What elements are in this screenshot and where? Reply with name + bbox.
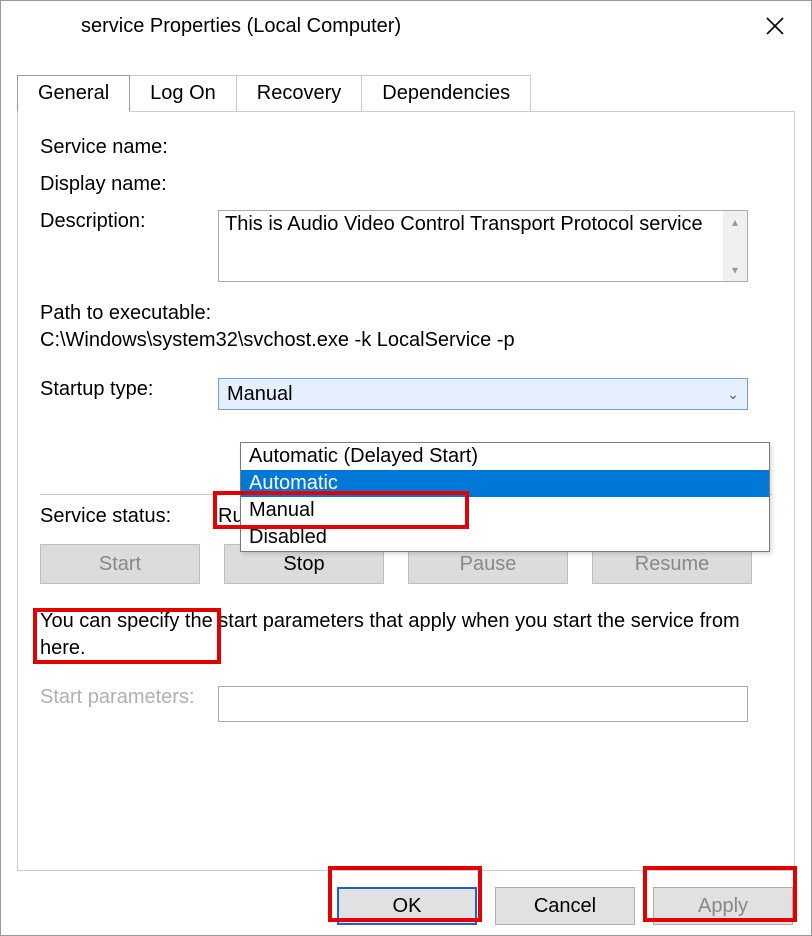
- startup-option-disabled[interactable]: Disabled: [241, 524, 769, 551]
- tab-dependencies[interactable]: Dependencies: [361, 75, 531, 111]
- start-parameters-label: Start parameters:: [40, 686, 218, 709]
- help-text: You can specify the start parameters tha…: [40, 608, 772, 662]
- button-label: Start: [99, 553, 141, 576]
- scroll-up-icon: ▴: [732, 215, 738, 229]
- start-button[interactable]: Start: [40, 544, 200, 584]
- button-label: Stop: [283, 553, 324, 576]
- service-properties-window: service Properties (Local Computer) Gene…: [0, 0, 812, 936]
- startup-selected-value: Manual: [227, 383, 293, 406]
- path-value: C:\Windows\system32\svchost.exe -k Local…: [40, 329, 772, 352]
- option-label: Automatic (Delayed Start): [249, 445, 478, 467]
- start-parameters-input[interactable]: [218, 686, 748, 722]
- service-name-label: Service name:: [40, 136, 218, 159]
- titlebar: service Properties (Local Computer): [1, 1, 811, 51]
- display-name-label: Display name:: [40, 173, 218, 196]
- tab-label: General: [38, 82, 109, 104]
- window-title: service Properties (Local Computer): [81, 15, 401, 38]
- tab-label: Recovery: [257, 82, 341, 104]
- button-label: OK: [393, 895, 422, 918]
- description-label: Description:: [40, 210, 218, 233]
- chevron-down-icon: ⌄: [727, 386, 739, 403]
- option-label: Disabled: [249, 526, 327, 548]
- startup-option-manual[interactable]: Manual: [241, 497, 769, 524]
- tab-label: Log On: [150, 82, 216, 104]
- button-label: Apply: [698, 895, 748, 918]
- tab-strip: General Log On Recovery Dependencies: [1, 51, 811, 111]
- description-scrollbar[interactable]: ▴ ▾: [723, 211, 747, 281]
- startup-type-dropdown: Automatic (Delayed Start) Automatic Manu…: [240, 442, 770, 552]
- button-label: Resume: [635, 553, 709, 576]
- option-label: Manual: [249, 499, 315, 521]
- tab-label: Dependencies: [382, 82, 510, 104]
- general-panel: Service name: Display name: Description:…: [17, 111, 795, 871]
- tab-log-on[interactable]: Log On: [129, 75, 237, 111]
- option-label: Automatic: [249, 472, 338, 494]
- service-status-label: Service status:: [40, 505, 218, 528]
- startup-type-select[interactable]: Manual ⌄: [218, 378, 748, 410]
- description-box: This is Audio Video Control Transport Pr…: [218, 210, 748, 282]
- path-label: Path to executable:: [40, 302, 772, 325]
- startup-option-delayed[interactable]: Automatic (Delayed Start): [241, 443, 769, 470]
- apply-button[interactable]: Apply: [653, 887, 793, 925]
- tab-recovery[interactable]: Recovery: [236, 75, 362, 111]
- cancel-button[interactable]: Cancel: [495, 887, 635, 925]
- button-label: Cancel: [534, 895, 596, 918]
- close-icon: [765, 16, 785, 36]
- tab-general[interactable]: General: [17, 75, 130, 112]
- ok-button[interactable]: OK: [337, 887, 477, 925]
- close-button[interactable]: [753, 5, 797, 47]
- scroll-down-icon: ▾: [732, 263, 738, 277]
- dialog-buttons: OK Cancel Apply: [337, 887, 793, 925]
- startup-type-label: Startup type:: [40, 378, 218, 401]
- description-text: This is Audio Video Control Transport Pr…: [225, 213, 703, 235]
- button-label: Pause: [460, 553, 517, 576]
- startup-option-automatic[interactable]: Automatic: [241, 470, 769, 497]
